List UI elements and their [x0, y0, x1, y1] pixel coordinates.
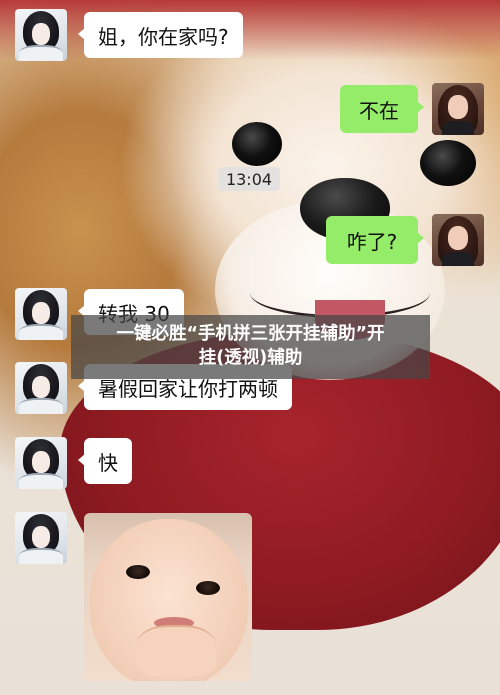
message-bubble-incoming[interactable]: 快 [78, 438, 132, 484]
banner-line-2: 挂(透视)辅助 [198, 348, 303, 368]
sender-avatar-icon[interactable] [15, 512, 67, 564]
sender-avatar-icon[interactable] [15, 9, 67, 61]
baby-sticker-image[interactable] [84, 513, 252, 681]
message-text: 咋了? [346, 229, 398, 254]
message-text: 快 [98, 450, 118, 475]
message-text: 不在 [359, 98, 399, 123]
sender-avatar-icon[interactable] [15, 288, 67, 340]
message-bubble-outgoing[interactable]: 咋了? [326, 216, 424, 264]
sender-avatar-icon[interactable] [15, 362, 67, 414]
message-bubble-incoming[interactable]: 姐，你在家吗? [78, 12, 243, 58]
baby-right-eye [196, 581, 220, 595]
baby-left-eye [126, 565, 150, 579]
title-banner: 一键必胜“手机拼三张开挂辅助”开 挂(透视)辅助 [71, 315, 430, 379]
banner-line-1: 一键必胜“手机拼三张开挂辅助”开 [116, 324, 385, 344]
self-avatar-icon[interactable] [432, 214, 484, 266]
message-text: 姐，你在家吗? [98, 24, 229, 49]
baby-hand [136, 625, 216, 677]
message-timestamp: 13:04 [218, 167, 280, 191]
self-avatar-icon[interactable] [432, 83, 484, 135]
sender-avatar-icon[interactable] [15, 437, 67, 489]
message-bubble-outgoing[interactable]: 不在 [340, 85, 424, 133]
